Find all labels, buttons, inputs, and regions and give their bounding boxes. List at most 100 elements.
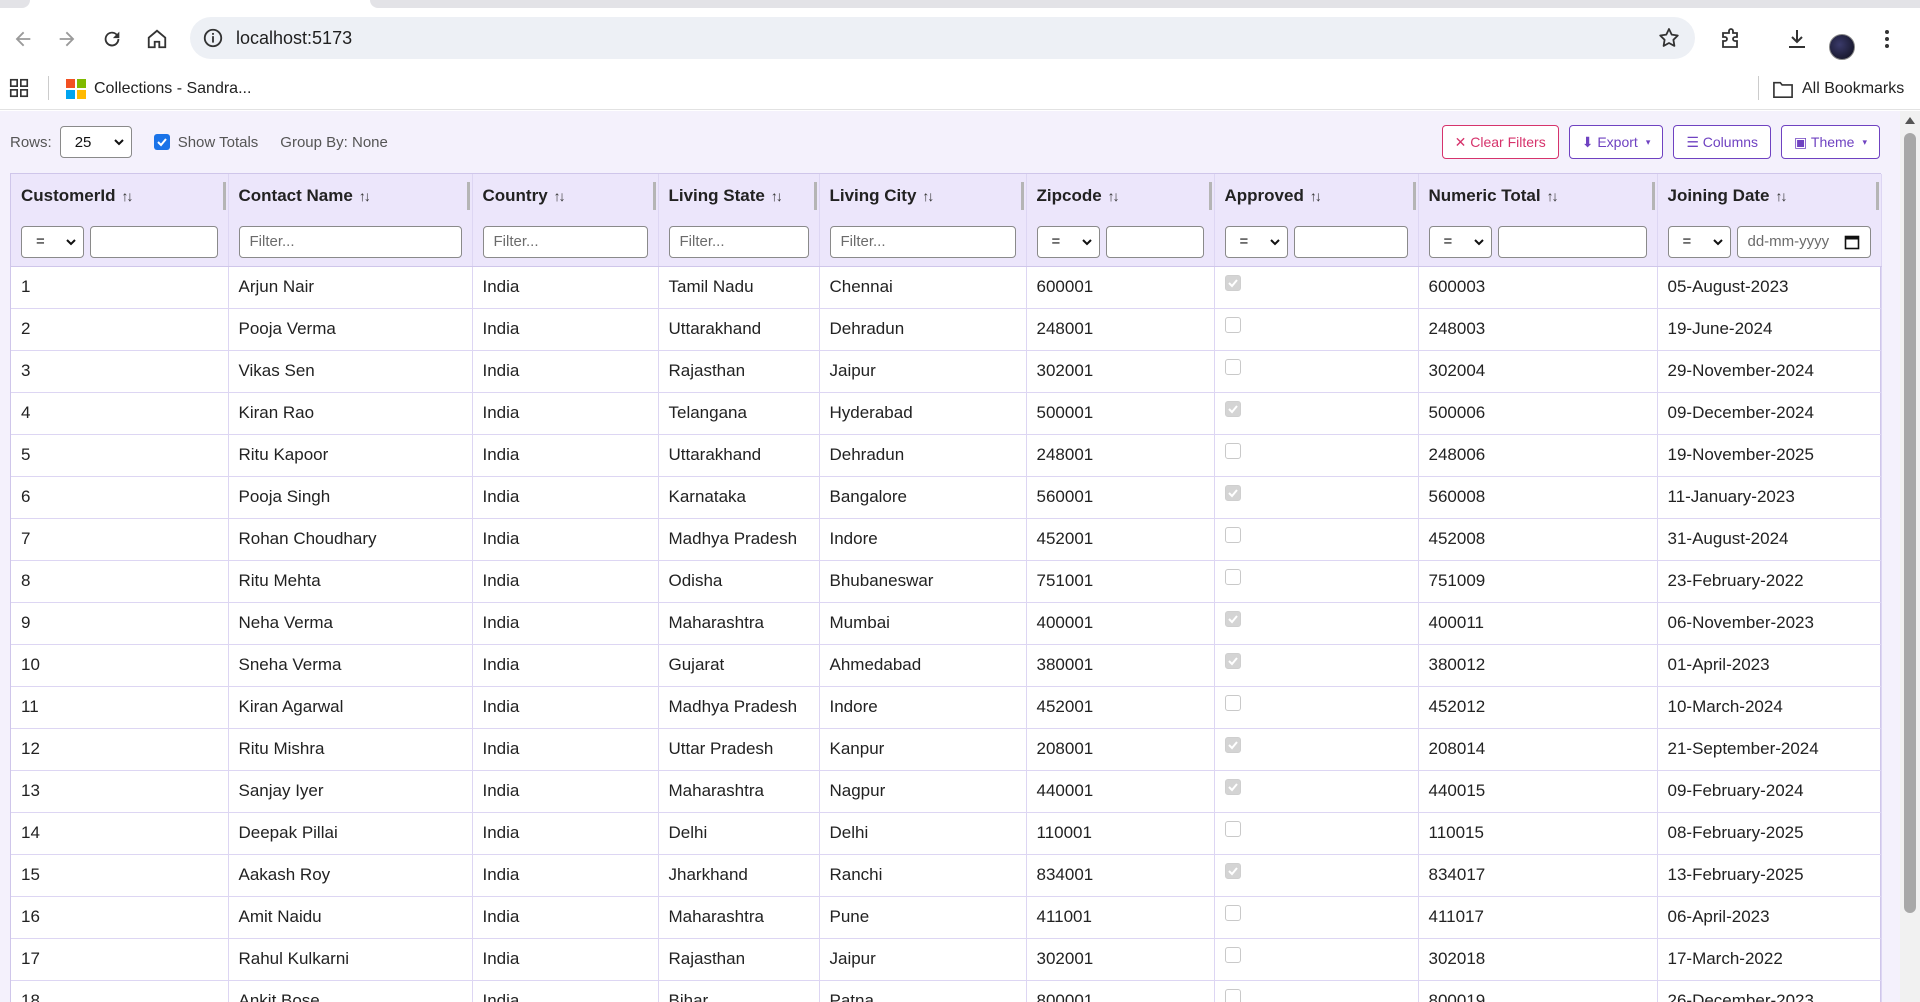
profile-avatar[interactable]	[1829, 34, 1855, 60]
show-totals-checkbox[interactable]	[153, 134, 170, 150]
approved-checkbox[interactable]	[1224, 568, 1241, 585]
table-row[interactable]: 11 Kiran Agarwal India Madhya Pradesh Indore…	[11, 686, 1882, 729]
sort-icon[interactable]: ↑↓	[922, 188, 934, 204]
approved-checkbox[interactable]	[1224, 778, 1241, 795]
sort-icon[interactable]: ↑↓	[1547, 188, 1559, 204]
export-button[interactable]: ⬇ Export ▾	[1568, 125, 1664, 159]
filter-operator-select[interactable]: =	[21, 225, 84, 258]
home-button[interactable]	[140, 22, 174, 56]
filter-operator-select[interactable]: =	[1428, 225, 1492, 258]
page-scrollbar[interactable]	[1900, 111, 1920, 1002]
table-row[interactable]: 5 Ritu Kapoor India Uttarakhand Dehradun 2480…	[11, 434, 1882, 477]
sort-icon[interactable]: ↑↓	[1310, 188, 1322, 204]
column-header[interactable]: Contact Name ↑↓	[228, 174, 473, 218]
approved-checkbox[interactable]	[1224, 400, 1241, 417]
sort-icon[interactable]: ↑↓	[359, 188, 371, 204]
rows-per-page-select[interactable]: 25	[59, 126, 132, 158]
approved-checkbox[interactable]	[1224, 736, 1241, 753]
table-row[interactable]: 8 Ritu Mehta India Odisha Bhubaneswar 751001 7…	[11, 560, 1882, 603]
table-row[interactable]: 3 Vikas Sen India Rajasthan Jaipur 302001 3020…	[11, 350, 1882, 393]
approved-checkbox[interactable]	[1224, 946, 1241, 963]
approved-checkbox[interactable]	[1224, 988, 1241, 1002]
approved-checkbox[interactable]	[1224, 442, 1241, 459]
table-row[interactable]: 9 Neha Verma India Maharashtra Mumbai 400001 4…	[11, 602, 1882, 645]
filter-operator-select[interactable]: =	[1224, 225, 1288, 258]
column-header[interactable]: Approved ↑↓	[1214, 174, 1419, 218]
theme-button[interactable]: ▣ Theme ▾	[1781, 125, 1880, 159]
sort-icon[interactable]: ↑↓	[554, 188, 566, 204]
approved-checkbox[interactable]	[1224, 358, 1241, 375]
filter-input[interactable]	[1105, 225, 1204, 258]
approved-checkbox[interactable]	[1224, 694, 1241, 711]
table-row[interactable]: 12 Ritu Mishra India Uttar Pradesh Kanpur 208…	[11, 728, 1882, 771]
approved-checkbox[interactable]	[1224, 526, 1241, 543]
scroll-up-arrow-icon[interactable]	[1905, 117, 1915, 124]
clear-filters-button[interactable]: ✕ Clear Filters	[1441, 125, 1559, 159]
column-resize-handle[interactable]	[222, 182, 226, 210]
approved-checkbox[interactable]	[1224, 652, 1241, 669]
filter-input[interactable]	[1497, 225, 1647, 258]
column-resize-handle[interactable]	[1875, 182, 1879, 210]
approved-checkbox[interactable]	[1224, 610, 1241, 627]
column-header[interactable]: Joining Date ↑↓	[1657, 174, 1882, 218]
downloads-button[interactable]	[1780, 22, 1814, 56]
browser-menu-button[interactable]	[1870, 22, 1904, 56]
sort-icon[interactable]: ↑↓	[1776, 188, 1788, 204]
filter-input[interactable]	[90, 225, 218, 258]
column-resize-handle[interactable]	[1208, 182, 1212, 210]
extensions-button[interactable]	[1714, 22, 1748, 56]
column-resize-handle[interactable]	[466, 182, 470, 210]
bookmark-star-icon[interactable]	[1657, 26, 1681, 50]
approved-checkbox[interactable]	[1224, 274, 1241, 291]
table-row[interactable]: 14 Deepak Pillai India Delhi Delhi 110001 1100…	[11, 812, 1882, 855]
bookmark-item[interactable]: Collections - Sandra...	[66, 75, 251, 103]
filter-input[interactable]: Filter...	[482, 225, 648, 258]
filter-input[interactable]: Filter...	[238, 225, 462, 258]
table-row[interactable]: 17 Rahul Kulkarni India Rajasthan Jaipur 3020…	[11, 938, 1882, 981]
table-row[interactable]: 10 Sneha Verma India Gujarat Ahmedabad 380001…	[11, 644, 1882, 687]
column-resize-handle[interactable]	[652, 182, 656, 210]
tab-previous[interactable]	[0, 0, 30, 8]
all-bookmarks-button[interactable]: All Bookmarks	[1772, 75, 1904, 103]
column-resize-handle[interactable]	[813, 182, 817, 210]
filter-input[interactable]: Filter...	[668, 225, 809, 258]
calendar-icon[interactable]	[1844, 234, 1860, 250]
table-row[interactable]: 2 Pooja Verma India Uttarakhand Dehradun 2480…	[11, 308, 1882, 351]
table-row[interactable]: 18 Ankit Bose India Bihar Patna 800001 800019 2…	[11, 980, 1882, 1002]
table-row[interactable]: 6 Pooja Singh India Karnataka Bangalore 56000…	[11, 476, 1882, 519]
group-by-label[interactable]: Group By: None	[280, 134, 388, 151]
column-header[interactable]: Living State ↑↓	[658, 174, 820, 218]
column-header[interactable]: CustomerId ↑↓	[11, 174, 229, 218]
approved-checkbox[interactable]	[1224, 904, 1241, 921]
column-resize-handle[interactable]	[1412, 182, 1416, 210]
column-header[interactable]: Numeric Total ↑↓	[1418, 174, 1658, 218]
reload-button[interactable]	[95, 22, 129, 56]
approved-checkbox[interactable]	[1224, 820, 1241, 837]
back-button[interactable]	[6, 22, 40, 56]
table-row[interactable]: 13 Sanjay Iyer India Maharashtra Nagpur 44000…	[11, 770, 1882, 813]
filter-operator-select[interactable]: =	[1036, 225, 1100, 258]
table-row[interactable]: 16 Amit Naidu India Maharashtra Pune 411001 41…	[11, 896, 1882, 939]
table-row[interactable]: 15 Aakash Roy India Jharkhand Ranchi 834001 83…	[11, 854, 1882, 897]
date-filter-input[interactable]: dd-mm-yyyy	[1736, 225, 1871, 258]
table-row[interactable]: 4 Kiran Rao India Telangana Hyderabad 500001 5…	[11, 392, 1882, 435]
filter-input[interactable]	[1293, 225, 1408, 258]
scrollbar-thumb[interactable]	[1904, 133, 1916, 913]
show-totals-label[interactable]: Show Totals	[178, 134, 259, 151]
approved-checkbox[interactable]	[1224, 484, 1241, 501]
sort-icon[interactable]: ↑↓	[771, 188, 783, 204]
apps-grid-icon[interactable]	[8, 77, 30, 99]
column-resize-handle[interactable]	[1651, 182, 1655, 210]
column-header[interactable]: Country ↑↓	[472, 174, 659, 218]
table-row[interactable]: 1 Arjun Nair India Tamil Nadu Chennai 600001 6…	[11, 266, 1882, 309]
columns-button[interactable]: ☰ Columns	[1673, 125, 1772, 159]
column-header[interactable]: Zipcode ↑↓	[1026, 174, 1215, 218]
sort-icon[interactable]: ↑↓	[1108, 188, 1120, 204]
sort-icon[interactable]: ↑↓	[121, 188, 133, 204]
approved-checkbox[interactable]	[1224, 316, 1241, 333]
column-header[interactable]: Living City ↑↓	[819, 174, 1027, 218]
forward-button[interactable]	[50, 22, 84, 56]
address-bar[interactable]: localhost:5173	[190, 17, 1695, 59]
site-info-icon[interactable]	[202, 27, 224, 49]
filter-operator-select[interactable]: =	[1667, 225, 1731, 258]
